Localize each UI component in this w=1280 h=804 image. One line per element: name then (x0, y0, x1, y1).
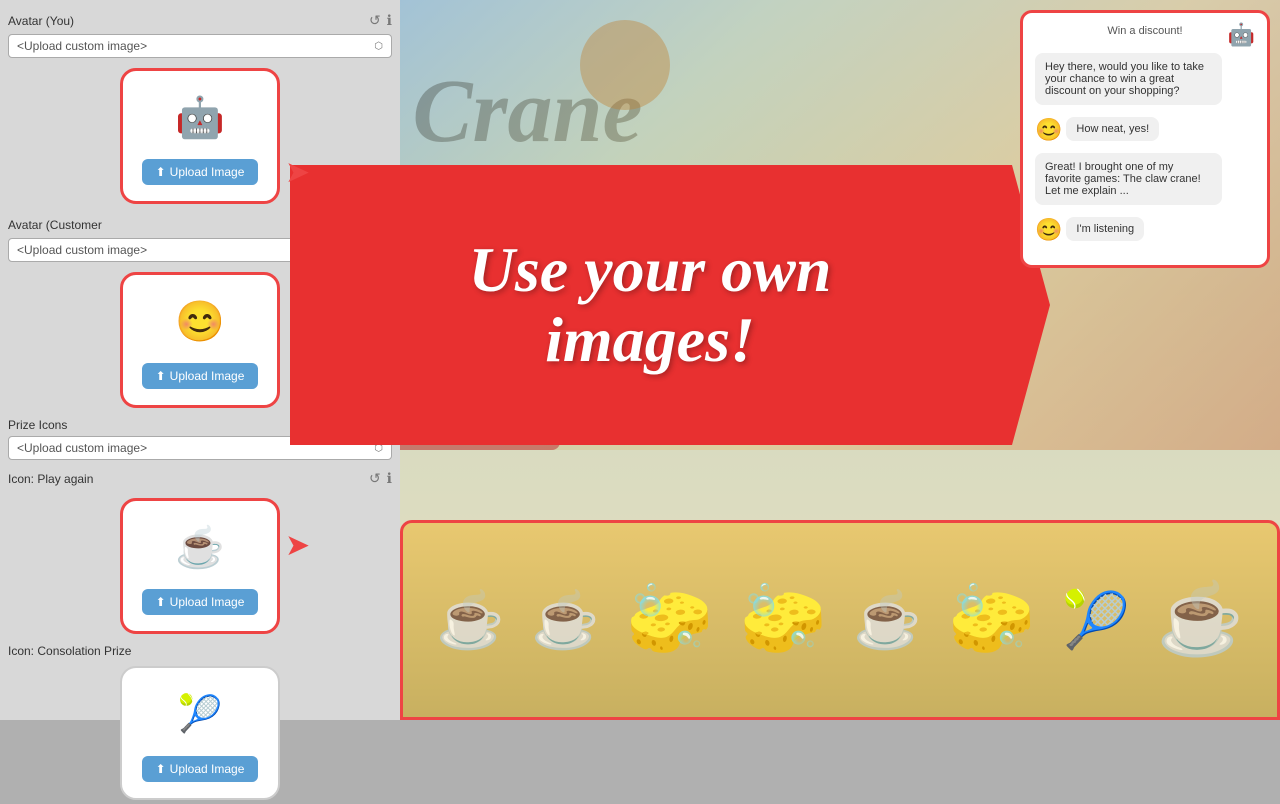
consolation-upload-card: 🎾 ⬆ Upload Image (120, 666, 280, 800)
play-again-upload-button[interactable]: ⬆ Upload Image (142, 589, 259, 615)
chat-bubble-bot-1: Hey there, would you like to take your c… (1035, 53, 1222, 105)
consolation-upload-label: Upload Image (170, 762, 245, 776)
avatar-you-icons: ↺ ℹ (369, 12, 392, 29)
avatar-you-upload-card: 🤖 ⬆ Upload Image (120, 68, 280, 204)
chat-text-2: How neat, yes! (1076, 123, 1149, 135)
banner-line1: Use your own (469, 234, 832, 305)
chat-text-3: Great! I brought one of my favorite game… (1045, 161, 1201, 197)
consolation-label: Icon: Consolation Prize (8, 644, 392, 658)
chat-message-4: 😊 I'm listening (1035, 217, 1255, 247)
play-again-icons: ↺ ℹ (369, 470, 392, 487)
avatar-customer-image: 😊 (170, 291, 230, 351)
chat-text-4: I'm listening (1076, 223, 1134, 235)
upload-icon-4: ⬆ (156, 762, 166, 776)
chat-panel: Win a discount! 🤖 Hey there, would you l… (1020, 10, 1270, 268)
play-again-image: ☕ (170, 517, 230, 577)
game-item-spongebob-2: 🧽 (740, 579, 827, 661)
play-again-section-header: Icon: Play again ↺ ℹ (8, 466, 392, 490)
prize-icons-dropdown-value: <Upload custom image> (17, 441, 147, 455)
game-item-spongebob-1: 🧽 (626, 579, 713, 661)
avatar-customer-label: Avatar (Customer (8, 218, 102, 232)
banner-line2: images! (545, 304, 755, 375)
play-again-info-button[interactable]: ℹ (387, 470, 392, 487)
game-item-spongebob-3: 🧽 (948, 579, 1035, 661)
avatar-you-upload-button[interactable]: ⬆ Upload Image (142, 159, 259, 185)
game-item-teacup-4: ☕ (1157, 579, 1244, 661)
chat-bubble-user-1: How neat, yes! (1066, 117, 1159, 141)
avatar-you-dropdown-arrow: ⬡ (374, 41, 383, 52)
avatar-you-info-button[interactable]: ℹ (387, 12, 392, 29)
consolation-upload-button[interactable]: ⬆ Upload Image (142, 756, 259, 782)
chat-message-1: Hey there, would you like to take your c… (1035, 53, 1255, 111)
avatar-you-upload-label: Upload Image (170, 165, 245, 179)
game-item-teacup-3: ☕ (853, 588, 921, 653)
play-again-upload-label: Upload Image (170, 595, 245, 609)
game-scene-bottom: ☕ ☕ 🧽 🧽 ☕ 🧽 🎾 ☕ (400, 520, 1280, 720)
chat-bubble-bot-2: Great! I brought one of my favorite game… (1035, 153, 1222, 205)
chat-bot-icon-top: 🤖 (1228, 22, 1255, 48)
user-avatar-2: 😊 (1035, 217, 1062, 243)
avatar-customer-upload-button[interactable]: ⬆ Upload Image (142, 363, 259, 389)
game-item-teacup-2: ☕ (531, 588, 599, 653)
arrow-2: ➤ (285, 528, 310, 563)
avatar-customer-upload-label: Upload Image (170, 369, 245, 383)
avatar-you-image: 🤖 (170, 87, 230, 147)
red-banner: Use your own images! (290, 165, 1050, 445)
chat-header: Win a discount! (1107, 25, 1182, 37)
avatar-you-dropdown[interactable]: <Upload custom image> ⬡ (8, 34, 392, 58)
play-again-refresh-button[interactable]: ↺ (369, 470, 381, 487)
avatar-customer-dropdown-value: <Upload custom image> (17, 243, 147, 257)
avatar-customer-upload-card: 😊 ⬆ Upload Image (120, 272, 280, 408)
avatar-you-dropdown-value: <Upload custom image> (17, 39, 147, 53)
game-item-tennis-1: 🎾 (1062, 588, 1130, 653)
upload-icon-3: ⬆ (156, 595, 166, 609)
play-again-label: Icon: Play again (8, 472, 93, 486)
chat-message-2: 😊 How neat, yes! (1035, 117, 1255, 147)
chat-bubble-user-2: I'm listening (1066, 217, 1144, 241)
user-avatar-1: 😊 (1035, 117, 1062, 143)
play-again-upload-card: ☕ ⬆ Upload Image (120, 498, 280, 634)
arrow-1: ➤ (285, 155, 310, 190)
avatar-you-label: Avatar (You) (8, 14, 74, 28)
chat-text-1: Hey there, would you like to take your c… (1045, 61, 1204, 97)
upload-icon-1: ⬆ (156, 165, 166, 179)
consolation-card-container: 🎾 ⬆ Upload Image (8, 662, 392, 804)
consolation-image: 🎾 (170, 684, 230, 744)
game-item-teacup-1: ☕ (436, 588, 504, 653)
avatar-you-section-header: Avatar (You) ↺ ℹ (8, 8, 392, 32)
play-again-card-container: ☕ ⬆ Upload Image (8, 494, 392, 638)
banner-text: Use your own images! (469, 235, 832, 376)
chat-message-3: Great! I brought one of my favorite game… (1035, 153, 1255, 211)
upload-icon-2: ⬆ (156, 369, 166, 383)
avatar-you-refresh-button[interactable]: ↺ (369, 12, 381, 29)
